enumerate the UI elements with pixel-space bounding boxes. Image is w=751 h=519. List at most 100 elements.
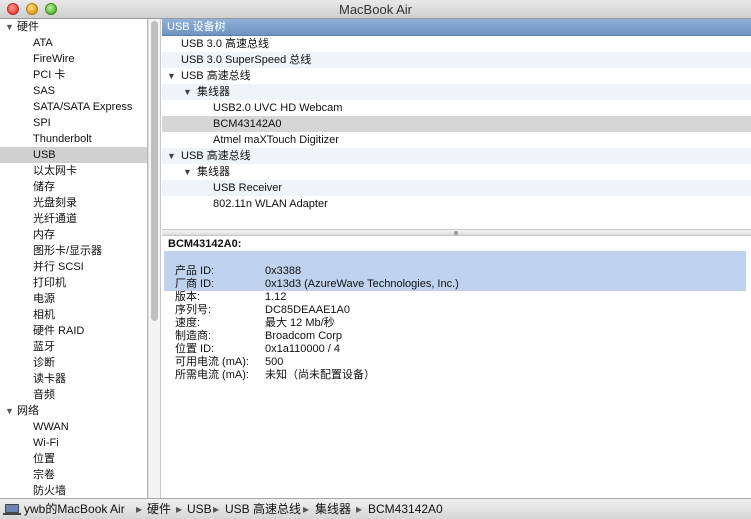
sidebar-section-label: 硬件	[17, 21, 39, 33]
tree-row-label: USB 3.0 SuperSpeed 总线	[181, 54, 312, 66]
path-separator-icon: ▸	[303, 502, 310, 516]
splitter-grip[interactable]	[454, 231, 458, 235]
sidebar-item[interactable]: 音频	[0, 387, 147, 403]
tree-row-label: USB 3.0 高速总线	[181, 38, 270, 50]
disclosure-triangle-icon[interactable]: ▼	[183, 84, 192, 100]
sidebar-section-label: 网络	[17, 405, 39, 417]
sidebar-item[interactable]: 内存	[0, 227, 147, 243]
sidebar-item[interactable]: 读卡器	[0, 371, 147, 387]
sidebar-item[interactable]: 蓝牙	[0, 339, 147, 355]
sidebar-item[interactable]: USB	[0, 147, 147, 163]
tree-row[interactable]: ▼ USB 高速总线	[162, 68, 751, 84]
detail-pane: BCM43142A0: 产品 ID: 0x3388 厂商 ID: 0x13d3 (Az…	[162, 236, 751, 498]
sidebar-item[interactable]: 电源	[0, 291, 147, 307]
disclosure-triangle-icon[interactable]: ▼	[5, 19, 14, 35]
title-bar[interactable]: MacBook Air	[0, 0, 751, 19]
sidebar-item[interactable]: ATA	[0, 35, 147, 51]
sidebar-item[interactable]: WWAN	[0, 419, 147, 435]
sidebar-item[interactable]: 防火墙	[0, 483, 147, 498]
tree-row-label: BCM43142A0	[213, 118, 282, 130]
tree-header[interactable]: USB 设备树	[162, 19, 751, 36]
sidebar-item[interactable]: 相机	[0, 307, 147, 323]
pane-splitter[interactable]	[162, 229, 751, 236]
disclosure-triangle-icon[interactable]: ▼	[183, 164, 192, 180]
path-bar-item[interactable]: 集线器	[315, 499, 351, 519]
disclosure-triangle-icon[interactable]: ▼	[5, 403, 14, 419]
property-key: 速度:	[175, 317, 201, 329]
tree-row-label: Atmel maXTouch Digitizer	[213, 134, 339, 146]
sidebar-item[interactable]: 硬件 RAID	[0, 323, 147, 339]
tree-row-label: 集线器	[197, 166, 230, 178]
sidebar-item[interactable]: 位置	[0, 451, 147, 467]
property-key: 版本:	[175, 291, 201, 303]
tree-row[interactable]: USB 3.0 高速总线	[162, 36, 751, 52]
property-key: 位置 ID:	[175, 343, 215, 355]
property-value: 未知（尚未配置设备）	[265, 369, 375, 381]
tree-row[interactable]: ▼ USB 高速总线	[162, 148, 751, 164]
laptop-icon	[3, 504, 21, 515]
path-bar-item[interactable]: ywb的MacBook Air	[24, 499, 125, 519]
tree-row-label: 集线器	[197, 86, 230, 98]
sidebar-item[interactable]: 宗卷	[0, 467, 147, 483]
tree-row[interactable]: BCM43142A0	[162, 116, 751, 132]
property-key: 所需电流 (mA):	[175, 369, 249, 381]
property-value: 1.12	[265, 291, 287, 303]
path-bar-item[interactable]: 硬件	[147, 499, 171, 519]
sidebar-section-header[interactable]: ▼ 硬件	[0, 19, 147, 35]
path-bar-item[interactable]: BCM43142A0	[368, 499, 443, 519]
property-value: Broadcom Corp	[265, 330, 343, 342]
property-key: 制造商:	[175, 330, 212, 342]
window-title: MacBook Air	[339, 2, 412, 17]
sidebar-item[interactable]: Thunderbolt	[0, 131, 147, 147]
property-key: 序列号:	[175, 304, 212, 316]
tree-row[interactable]: Atmel maXTouch Digitizer	[162, 132, 751, 148]
tree-row-label: USB Receiver	[213, 182, 283, 194]
sidebar-item[interactable]: Wi-Fi	[0, 435, 147, 451]
property-value: 0x13d3 (AzureWave Technologies, Inc.)	[265, 278, 459, 290]
sidebar-item[interactable]: 诊断	[0, 355, 147, 371]
tree-row-label: 802.11n WLAN Adapter	[213, 198, 328, 210]
property-value: DC85DEAAE1A0	[265, 304, 350, 316]
property-key: 厂商 ID:	[175, 278, 215, 290]
sidebar-scroll-thumb[interactable]	[151, 21, 158, 321]
sidebar-scrollbar[interactable]	[148, 19, 161, 498]
property-key: 产品 ID:	[175, 265, 215, 277]
sidebar-item[interactable]: SPI	[0, 115, 147, 131]
sidebar-item[interactable]: PCI 卡	[0, 67, 147, 83]
sidebar-item[interactable]: SATA/SATA Express	[0, 99, 147, 115]
property-value: 0x3388	[265, 265, 302, 277]
property-key: 可用电流 (mA):	[175, 356, 249, 368]
tree-row-label: USB 高速总线	[181, 150, 251, 162]
sidebar-item[interactable]: 打印机	[0, 275, 147, 291]
tree-row[interactable]: USB2.0 UVC HD Webcam	[162, 100, 751, 116]
sidebar-item[interactable]: 以太网卡	[0, 163, 147, 179]
sidebar: ▼ 硬件 ATA FireWire PCI 卡 SAS SATA/SATA Express S…	[0, 19, 148, 498]
tree-row[interactable]: USB Receiver	[162, 180, 751, 196]
sidebar-item[interactable]: SAS	[0, 83, 147, 99]
path-separator-icon: ▸	[213, 502, 220, 516]
sidebar-item[interactable]: 并行 SCSI	[0, 259, 147, 275]
sidebar-section-header[interactable]: ▼ 网络	[0, 403, 147, 419]
path-bar-item[interactable]: USB 高速总线	[225, 499, 301, 519]
tree-row-label: USB 高速总线	[181, 70, 251, 82]
sidebar-item[interactable]: 储存	[0, 179, 147, 195]
property-value: 500	[265, 356, 284, 368]
sidebar-item[interactable]: 图形卡/显示器	[0, 243, 147, 259]
tree-row[interactable]: USB 3.0 SuperSpeed 总线	[162, 52, 751, 68]
path-bar: ywb的MacBook Air ▸ 硬件 ▸ USB ▸ USB 高速总线 ▸ 集线器 ▸ BCM4…	[0, 498, 751, 519]
tree-row[interactable]: ▼ 集线器	[162, 164, 751, 180]
sidebar-item[interactable]: FireWire	[0, 51, 147, 67]
path-separator-icon: ▸	[356, 502, 363, 516]
sidebar-item[interactable]: 光纤通道	[0, 211, 147, 227]
disclosure-triangle-icon[interactable]: ▼	[167, 148, 176, 164]
system-information-window: MacBook Air ▼ 硬件 ATA FireWire PCI 卡 SAS SATA/S…	[0, 0, 751, 519]
property-value: 最大 12 Mb/秒	[265, 317, 335, 329]
disclosure-triangle-icon[interactable]: ▼	[167, 68, 176, 84]
path-separator-icon: ▸	[176, 502, 183, 516]
tree-row[interactable]: 802.11n WLAN Adapter	[162, 196, 751, 212]
tree-row[interactable]: ▼ 集线器	[162, 84, 751, 100]
usb-device-tree: USB 设备树 USB 3.0 高速总线 USB 3.0 SuperSpeed 总…	[162, 19, 751, 229]
tree-row-label: USB2.0 UVC HD Webcam	[213, 102, 343, 114]
path-bar-item[interactable]: USB	[187, 499, 212, 519]
sidebar-item[interactable]: 光盘刻录	[0, 195, 147, 211]
